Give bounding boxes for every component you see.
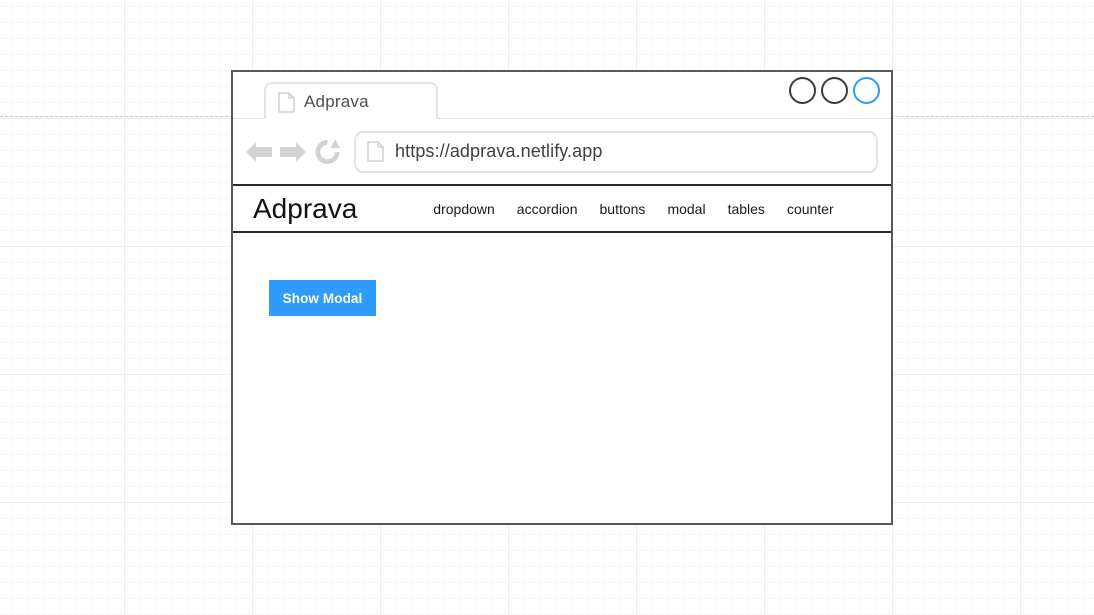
url-text: https://adprava.netlify.app (395, 141, 603, 161)
nav-link-buttons[interactable]: buttons (600, 201, 646, 217)
browser-toolbar: https://adprava.netlify.app (233, 119, 891, 184)
nav-link-counter[interactable]: counter (787, 201, 834, 217)
nav-link-tables[interactable]: tables (728, 201, 765, 217)
maximize-button[interactable] (821, 77, 848, 104)
nav-link-dropdown[interactable]: dropdown (433, 201, 495, 217)
browser-window-mockup: Adprava https://adprava.netlify.app Adpr… (231, 70, 893, 525)
page-content-area: Show Modal (233, 233, 891, 523)
close-button[interactable] (853, 77, 880, 104)
nav-link-modal[interactable]: modal (667, 201, 705, 217)
url-bar[interactable]: https://adprava.netlify.app (354, 130, 878, 173)
arrow-right-icon[interactable] (278, 139, 308, 165)
browser-tab-title: Adprava (304, 92, 369, 111)
nav-link-accordion[interactable]: accordion (517, 201, 578, 217)
show-modal-button[interactable]: Show Modal (269, 280, 376, 316)
browser-tab-strip: Adprava (233, 72, 891, 120)
site-brand[interactable]: Adprava (253, 193, 357, 225)
window-controls (789, 77, 880, 104)
arrow-left-icon[interactable] (244, 139, 274, 165)
design-canvas: Adprava https://adprava.netlify.app Adpr… (0, 0, 1094, 615)
reload-icon[interactable] (314, 138, 341, 166)
minimize-button[interactable] (789, 77, 816, 104)
browser-tab[interactable]: Adprava (264, 82, 438, 120)
document-icon (367, 141, 384, 162)
site-nav-links: dropdown accordion buttons modal tables … (433, 201, 833, 217)
document-icon (278, 91, 295, 113)
site-navbar: Adprava dropdown accordion buttons modal… (233, 184, 891, 233)
